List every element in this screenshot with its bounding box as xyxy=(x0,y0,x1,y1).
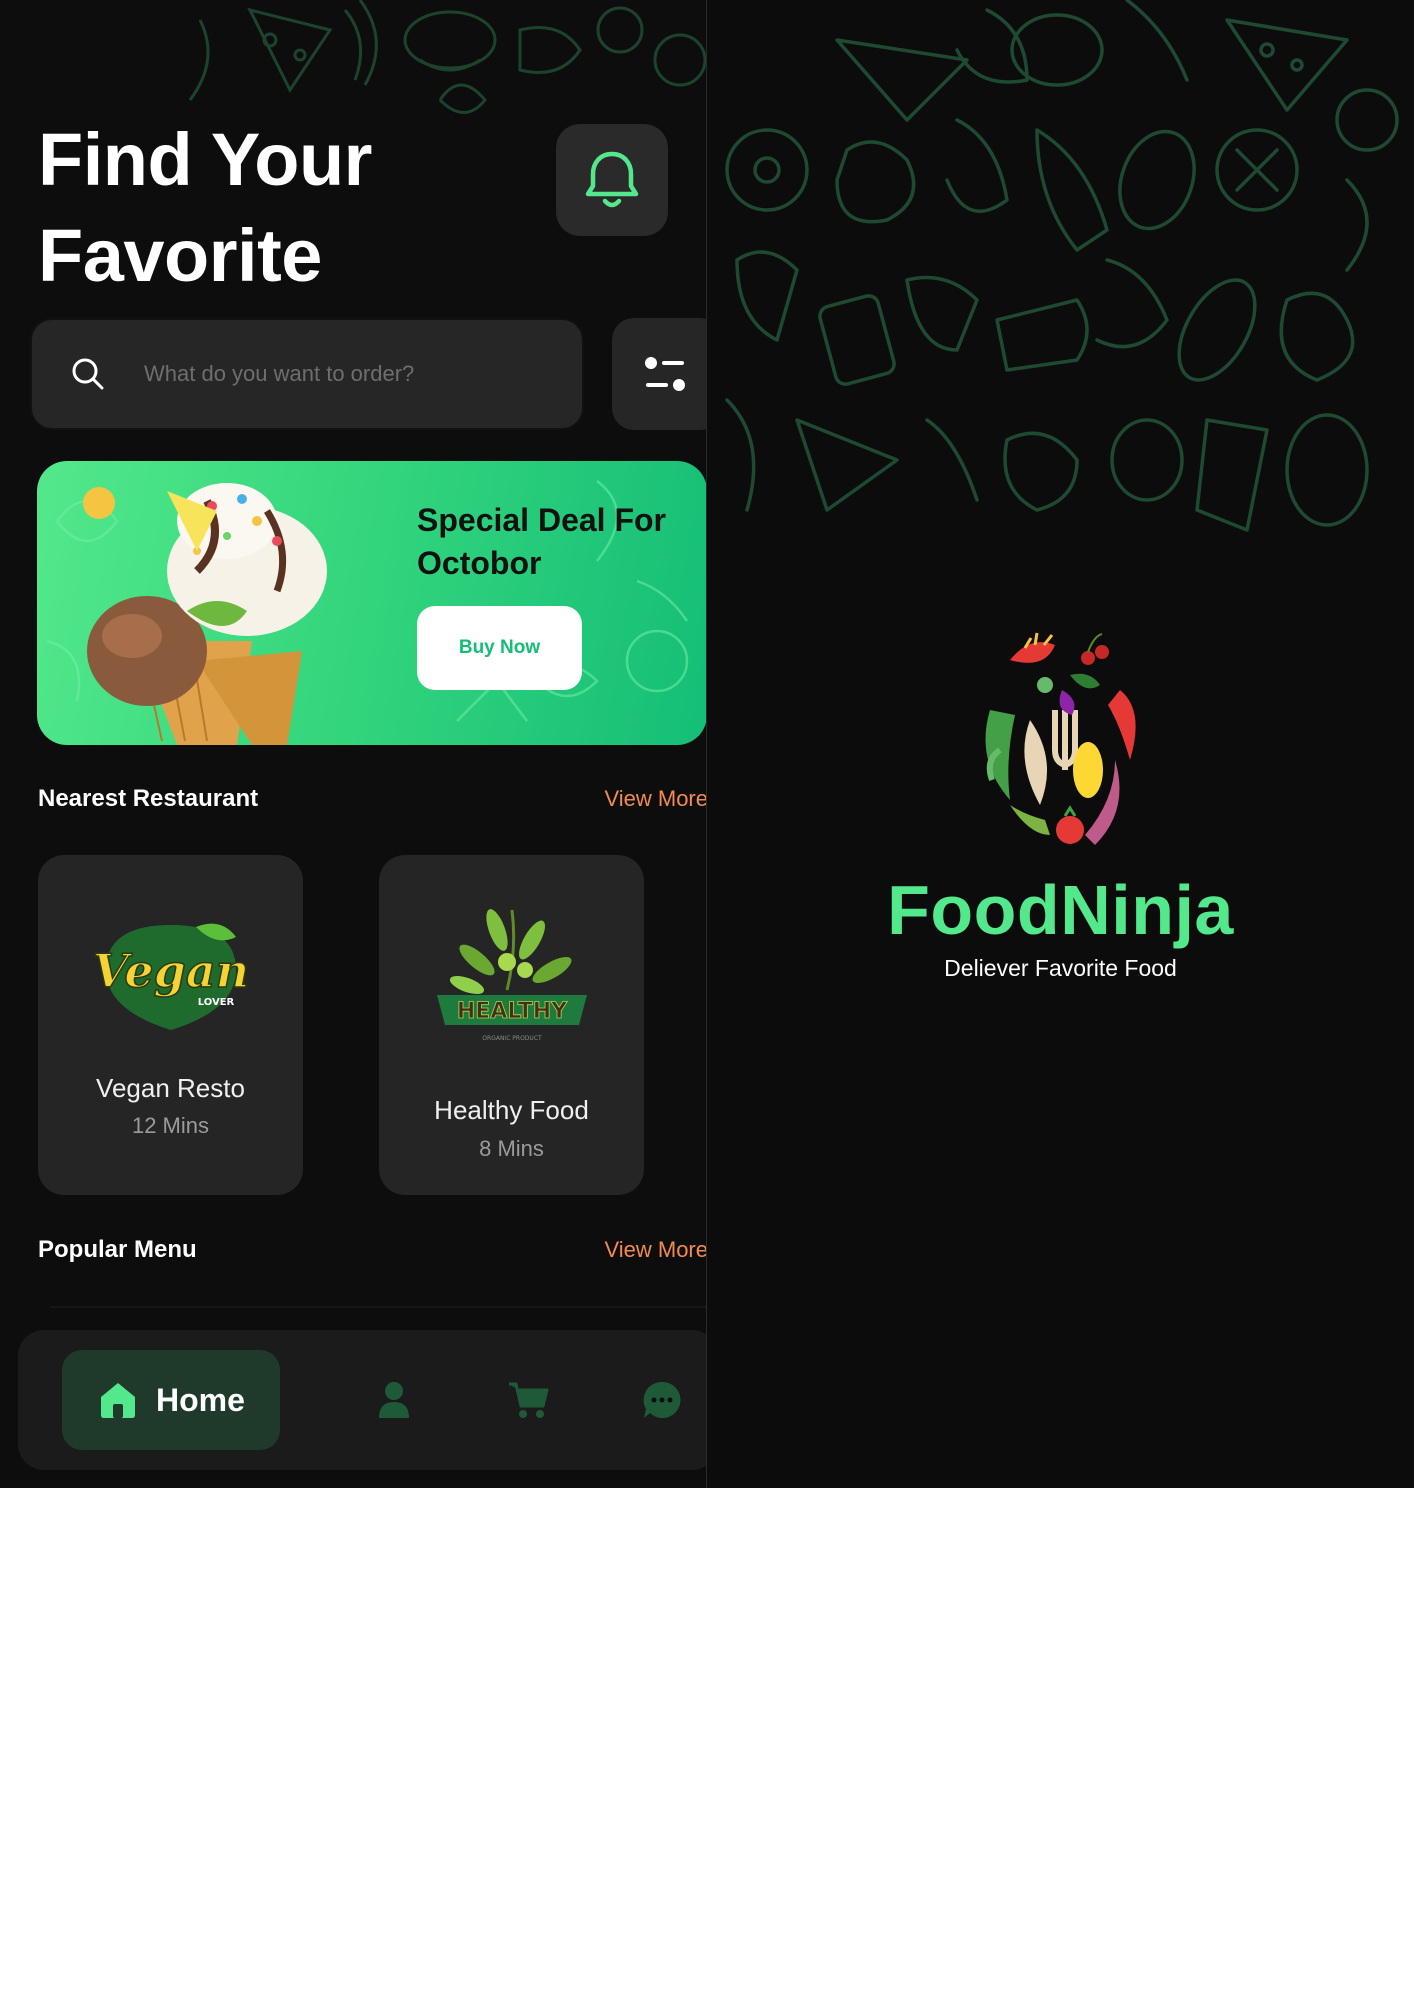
splash-screen: FoodNinja Deliever Favorite Food xyxy=(707,0,1414,1488)
divider xyxy=(50,1306,706,1308)
nav-home-tab[interactable]: Home xyxy=(62,1350,280,1450)
buy-now-button[interactable]: Buy Now xyxy=(417,606,582,690)
filter-button[interactable] xyxy=(612,318,706,430)
restaurant-card-vegan[interactable]: Vegan LOVER Vegan Resto 12 Mins xyxy=(38,855,303,1195)
food-doodle-pattern xyxy=(0,0,706,130)
nav-profile-tab[interactable] xyxy=(372,1378,416,1422)
section-title: Nearest Restaurant xyxy=(38,785,259,812)
title-line-1: Find Your xyxy=(38,118,372,201)
bell-icon xyxy=(585,151,639,208)
notification-button[interactable] xyxy=(556,124,668,236)
view-more-link[interactable]: View More xyxy=(604,786,706,812)
nav-chat-tab[interactable] xyxy=(640,1378,684,1422)
ice-cream-image xyxy=(83,483,327,745)
section-title: Popular Menu xyxy=(38,1236,197,1263)
foodninja-logo xyxy=(970,630,1150,865)
brand-name: FoodNinja xyxy=(887,871,1234,949)
app-canvas: Find Your Favorite Food xyxy=(0,0,1414,1488)
healthy-logo: HEALTHY ORGANIC PRODUCT xyxy=(379,900,644,1050)
vegan-logo-subtext: LOVER xyxy=(197,997,234,1008)
restaurant-name: Vegan Resto xyxy=(96,1073,245,1103)
bottom-nav-bar: Home xyxy=(18,1330,706,1470)
banner-title: Special Deal For Octobor xyxy=(417,502,666,581)
popular-menu-header: Popular Menu View More xyxy=(38,1236,706,1264)
restaurant-name: Healthy Food xyxy=(434,1095,589,1125)
vegan-logo-text: Vegan xyxy=(92,944,248,998)
healthy-logo-text: HEALTHY xyxy=(456,999,567,1024)
cart-icon xyxy=(509,1382,549,1418)
restaurant-time: 12 Mins xyxy=(131,1113,210,1138)
filter-icon xyxy=(645,357,685,391)
food-doodle-pattern xyxy=(707,0,1414,570)
nav-home-label: Home xyxy=(156,1381,245,1418)
nav-cart-tab[interactable] xyxy=(506,1378,550,1422)
restaurant-card-healthy[interactable]: HEALTHY ORGANIC PRODUCT Healthy Food 8 M… xyxy=(379,855,644,1195)
brand-tagline: Deliever Favorite Food xyxy=(944,955,1177,981)
home-screen: Find Your Favorite Food xyxy=(0,0,706,1488)
search-icon xyxy=(32,318,144,430)
home-icon xyxy=(101,1383,135,1418)
view-more-link[interactable]: View More xyxy=(604,1237,706,1263)
restaurant-time: 8 Mins xyxy=(479,1136,544,1161)
search-input[interactable] xyxy=(144,361,544,387)
profile-icon xyxy=(379,1382,409,1418)
nearest-restaurant-header: Nearest Restaurant View More xyxy=(38,785,706,813)
vegan-logo: Vegan LOVER xyxy=(38,915,303,1035)
chat-icon xyxy=(643,1381,681,1418)
healthy-logo-subtext: ORGANIC PRODUCT xyxy=(482,1035,542,1042)
promo-banner: Special Deal For Octobor Buy Now xyxy=(37,461,706,745)
search-bar[interactable] xyxy=(30,318,584,430)
